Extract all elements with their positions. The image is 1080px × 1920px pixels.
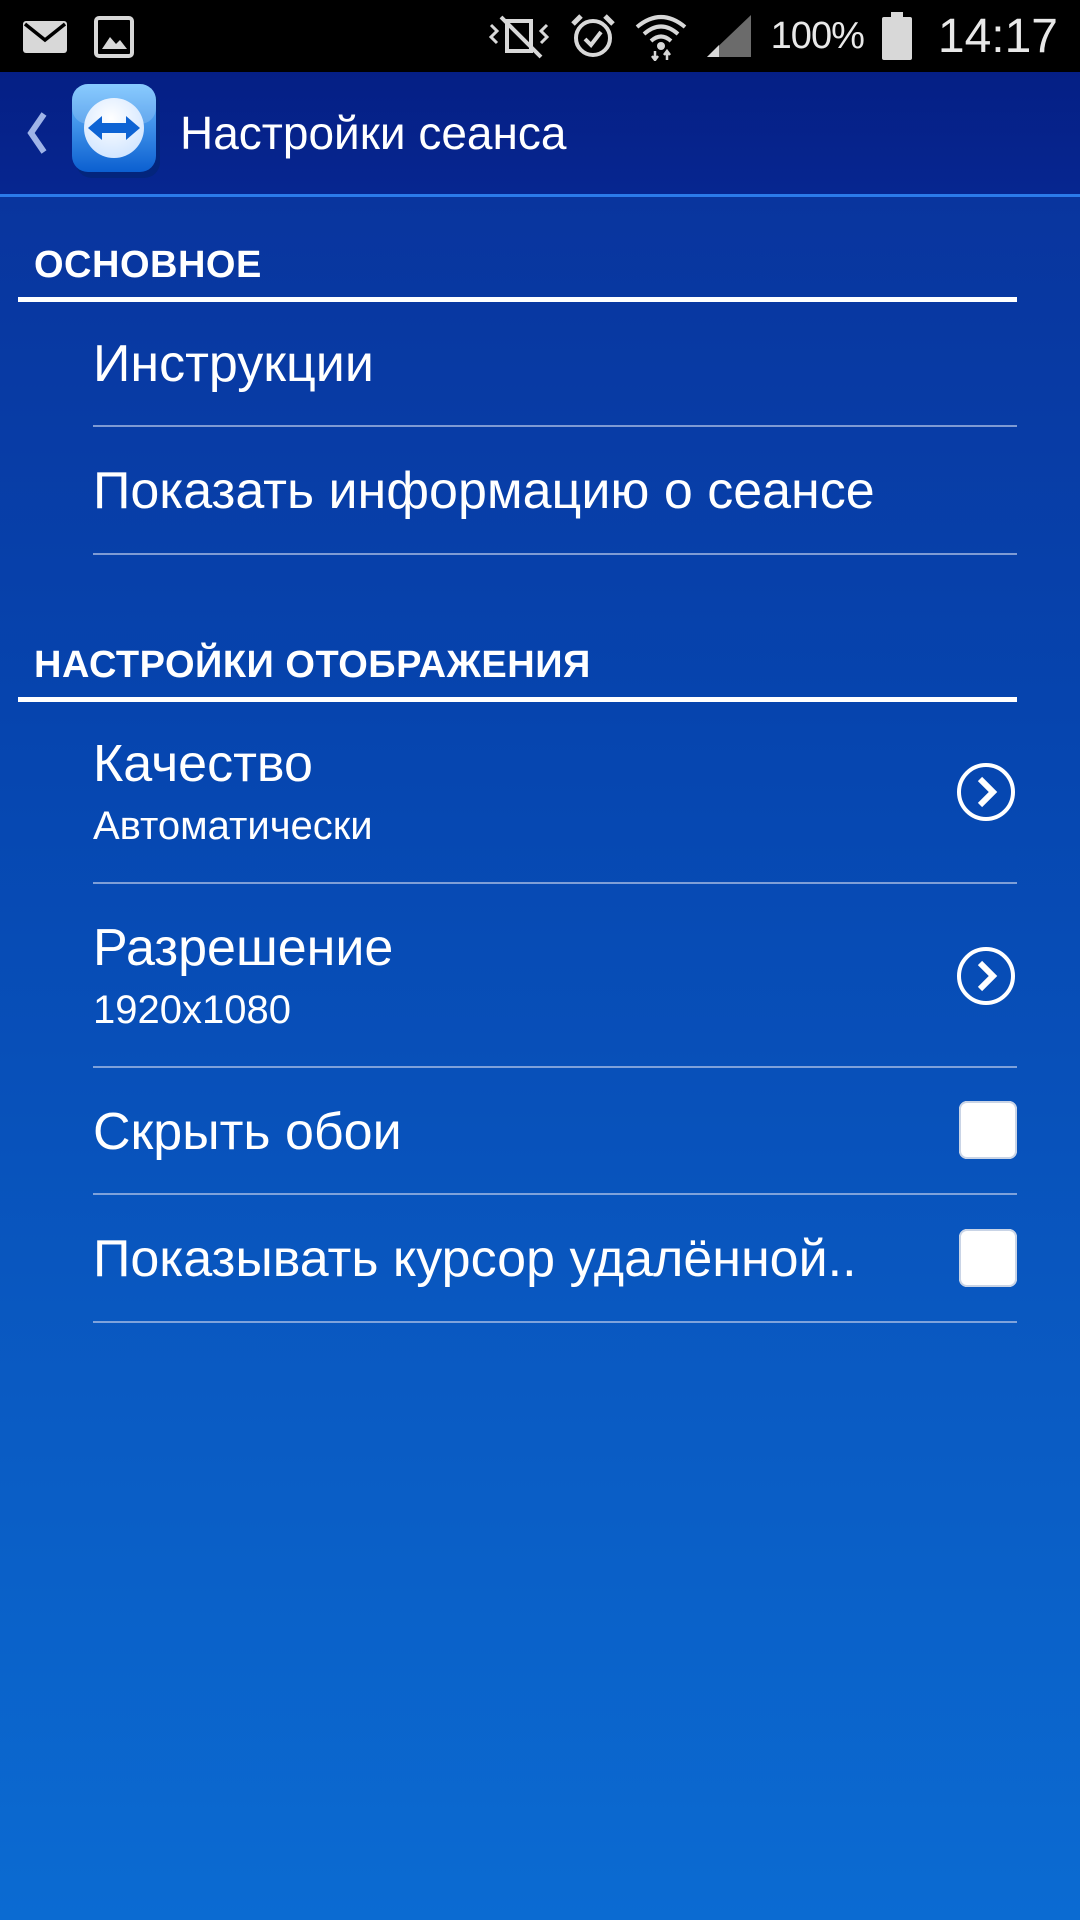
section-header-label: НАСТРОЙКИ ОТОБРАЖЕНИЯ <box>34 644 591 686</box>
list-item-title: Качество <box>93 735 313 793</box>
chevron-right-circle-icon[interactable] <box>955 945 1017 1007</box>
battery-percent: 100% <box>770 14 865 57</box>
page-title: Настройки сеанса <box>180 107 567 159</box>
list-item-show-remote-cursor[interactable]: Показывать курсор удалённой.. <box>93 1195 1017 1323</box>
section-header-display-settings: НАСТРОЙКИ ОТОБРАЖЕНИЯ <box>18 594 1017 702</box>
mail-icon <box>22 20 68 54</box>
wifi-icon <box>635 11 687 61</box>
list-item-instructions[interactable]: Инструкции <box>93 302 1017 427</box>
alarm-icon <box>569 12 617 60</box>
list-item-title: Разрешение <box>93 919 394 977</box>
mute-vibrate-icon <box>487 13 551 59</box>
chevron-right-circle-icon[interactable] <box>955 761 1017 823</box>
list-item-resolution[interactable]: Разрешение 1920x1080 <box>93 884 1017 1068</box>
image-icon <box>94 16 134 58</box>
chevron-left-icon[interactable] <box>26 110 48 161</box>
status-bar: 100% 14:17 <box>0 0 1080 72</box>
list-item-title: Показать информацию о сеансе <box>93 462 875 520</box>
section-header-general: ОСНОВНОЕ <box>18 194 1017 302</box>
list-item-subtitle: 1920x1080 <box>93 988 291 1032</box>
list-item-hide-wallpaper[interactable]: Скрыть обои <box>93 1068 1017 1195</box>
signal-icon <box>705 13 753 59</box>
list-item-title: Инструкции <box>93 335 374 393</box>
action-bar: Настройки сеанса <box>0 72 1080 197</box>
list-item-subtitle: Автоматически <box>93 804 373 848</box>
teamviewer-logo-icon[interactable] <box>70 80 166 186</box>
list-item-title: Показывать курсор удалённой.. <box>93 1230 857 1288</box>
hide-wallpaper-checkbox[interactable] <box>959 1101 1017 1159</box>
list-item-session-info[interactable]: Показать информацию о сеансе <box>93 427 1017 555</box>
battery-icon <box>881 12 912 60</box>
show-remote-cursor-checkbox[interactable] <box>959 1229 1017 1287</box>
list-item-title: Скрыть обои <box>93 1103 402 1161</box>
section-header-label: ОСНОВНОЕ <box>34 244 262 286</box>
list-item-quality[interactable]: Качество Автоматически <box>93 702 1017 884</box>
clock: 14:17 <box>937 9 1058 63</box>
